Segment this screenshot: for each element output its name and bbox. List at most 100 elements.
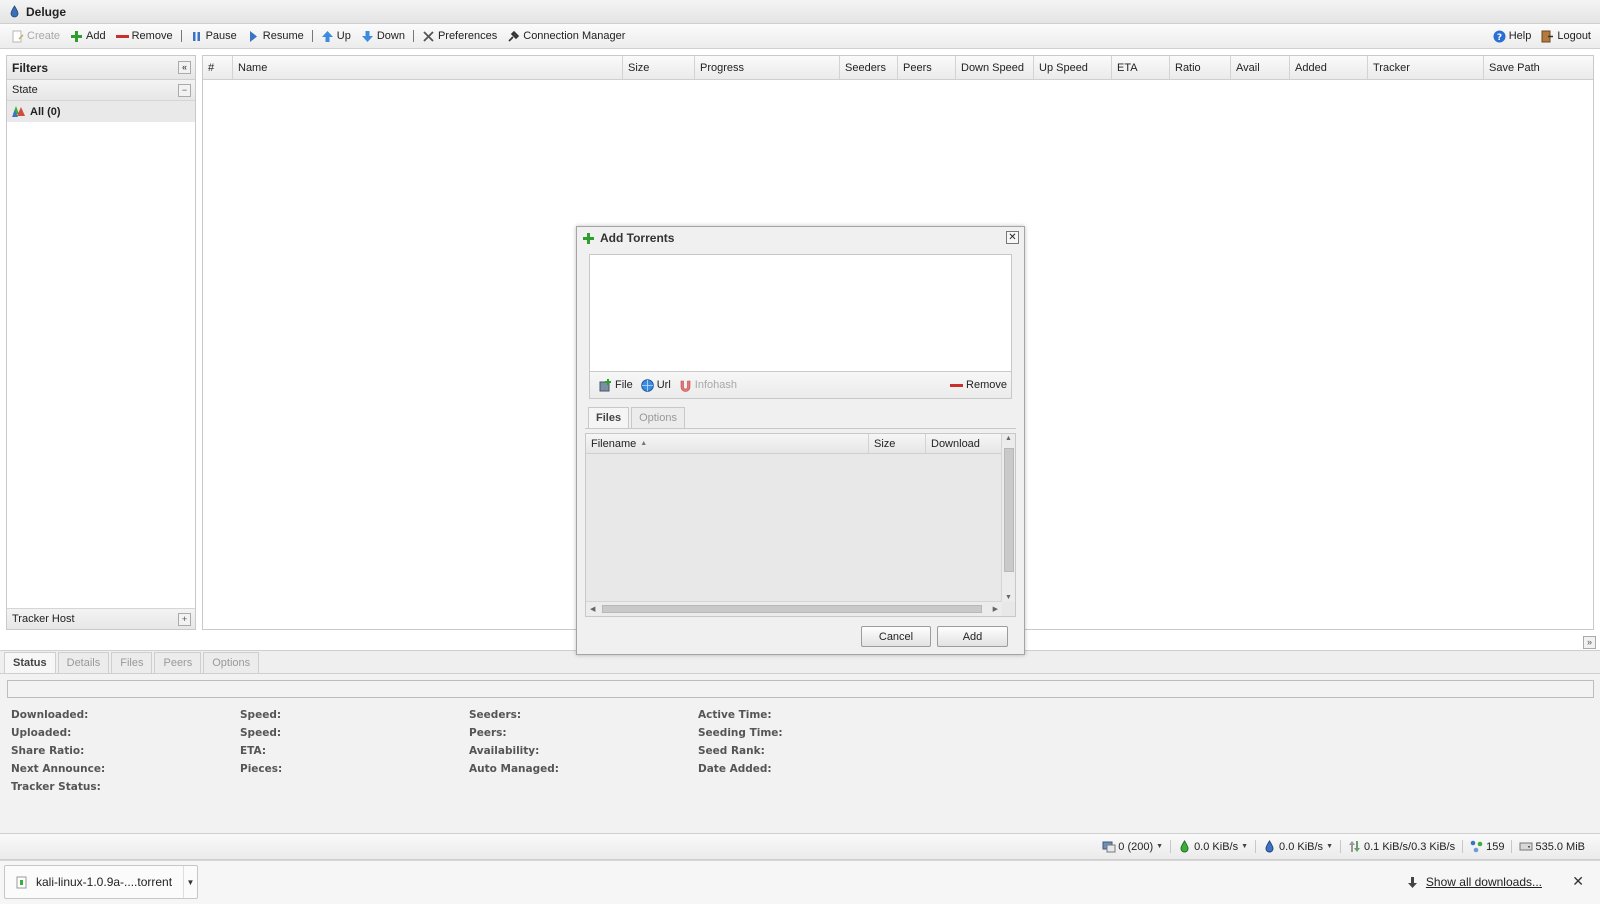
status-bar: 0 (200) ▼ 0.0 KiB/s ▼ 0.0 KiB/s ▼ 0.1 Ki…: [0, 834, 1600, 860]
column-header-download[interactable]: Download: [926, 434, 1002, 453]
close-shelf-icon[interactable]: ✕: [1572, 873, 1584, 890]
files-grid-header: Filename ▲ Size Download: [586, 434, 1002, 454]
logout-button[interactable]: Logout: [1536, 28, 1596, 45]
add-url-button[interactable]: Url: [637, 377, 675, 394]
expand-tracker-host-button[interactable]: +: [178, 613, 191, 626]
dialog-title: Add Torrents: [600, 231, 675, 245]
arrow-up-icon: [321, 30, 334, 43]
files-horizontal-scrollbar[interactable]: ◀ ▶: [586, 601, 1002, 616]
queue-up-button[interactable]: Up: [316, 28, 356, 45]
arrow-down-icon: [361, 30, 374, 43]
preferences-button[interactable]: Preferences: [417, 28, 502, 45]
add-infohash-button[interactable]: Infohash: [675, 377, 741, 394]
help-button[interactable]: ? Help: [1488, 28, 1537, 45]
column-header-seeders[interactable]: Seeders: [840, 56, 898, 79]
close-dialog-button[interactable]: ✕: [1006, 231, 1019, 244]
torrent-list-toolbar: File Url Infohash Remove: [589, 372, 1012, 399]
column-header-avail[interactable]: Avail: [1231, 56, 1290, 79]
plug-icon: [507, 30, 520, 43]
tab-details[interactable]: Details: [57, 652, 110, 673]
tab-options[interactable]: Options: [631, 407, 685, 428]
download-item[interactable]: kali-linux-1.0.9a-....torrent ▼: [4, 865, 198, 899]
tab-peers[interactable]: Peers: [154, 652, 202, 673]
add-torrent-button[interactable]: Add: [937, 626, 1008, 647]
horizontal-scroll-thumb[interactable]: [602, 605, 982, 613]
protocol-traffic-indicator: 0.1 KiB/s/0.3 KiB/s: [1340, 840, 1462, 853]
seeders-label: Seeders:: [469, 709, 522, 721]
column-header-ratio[interactable]: Ratio: [1170, 56, 1231, 79]
column-header-filename[interactable]: Filename ▲: [586, 434, 869, 453]
next-announce-label: Next Announce:: [11, 763, 106, 775]
uploaded-label: Uploaded:: [11, 727, 72, 739]
tab-files[interactable]: Files: [588, 407, 630, 428]
minus-icon: [950, 379, 964, 392]
column-header-eta[interactable]: ETA: [1112, 56, 1170, 79]
create-button[interactable]: Create: [6, 28, 65, 45]
remove-torrent-button[interactable]: Remove: [946, 377, 1011, 394]
upload-speed-indicator[interactable]: 0.0 KiB/s ▼: [1255, 840, 1340, 853]
column-header-index[interactable]: #: [203, 56, 233, 79]
column-header-up-speed[interactable]: Up Speed: [1034, 56, 1112, 79]
scroll-left-icon[interactable]: ◀: [590, 605, 595, 613]
collapse-sidebar-button[interactable]: «: [178, 61, 191, 74]
pause-button[interactable]: Pause: [185, 28, 242, 45]
column-header-tracker[interactable]: Tracker: [1368, 56, 1484, 79]
tab-status[interactable]: Status: [4, 652, 56, 673]
tracker-host-label: Tracker Host: [12, 613, 75, 625]
dht-nodes-indicator: 159: [1462, 840, 1511, 853]
status-column-3: Seeders: Peers: Availability: Auto Manag…: [469, 706, 559, 778]
collapse-details-button[interactable]: »: [1583, 636, 1596, 649]
filter-item-all[interactable]: All (0): [7, 101, 195, 122]
download-speed-indicator[interactable]: 0.0 KiB/s ▼: [1170, 840, 1255, 853]
torrent-file-icon: [15, 876, 28, 889]
create-icon: [11, 30, 24, 43]
scroll-down-icon[interactable]: ▼: [1005, 594, 1012, 601]
tools-icon: [422, 30, 435, 43]
scroll-up-icon[interactable]: ▲: [1005, 435, 1012, 442]
column-header-name[interactable]: Name: [233, 56, 623, 79]
main-toolbar: Create Add Remove Pause Resume Up Down P…: [0, 24, 1600, 49]
add-button[interactable]: Add: [65, 28, 111, 45]
column-header-save-path[interactable]: Save Path: [1484, 56, 1593, 79]
filter-item-label: All (0): [30, 105, 61, 118]
seeding-time-label: Seeding Time:: [698, 727, 783, 739]
show-all-downloads-link[interactable]: Show all downloads...: [1407, 875, 1542, 889]
files-vertical-scrollbar[interactable]: ▲ ▼: [1001, 434, 1015, 602]
sort-ascending-icon: ▲: [640, 440, 648, 447]
download-item-menu-button[interactable]: ▼: [183, 866, 197, 898]
auto-managed-label: Auto Managed:: [469, 763, 559, 775]
state-group-label: State: [12, 84, 38, 96]
file-add-icon: [599, 378, 612, 392]
tab-files[interactable]: Files: [111, 652, 153, 673]
window-title-bar: Deluge: [0, 0, 1600, 24]
vertical-scroll-thumb[interactable]: [1004, 448, 1014, 572]
downloaded-label: Downloaded:: [11, 709, 89, 721]
remove-button[interactable]: Remove: [111, 28, 178, 45]
resume-button[interactable]: Resume: [242, 28, 309, 45]
tab-options[interactable]: Options: [203, 652, 260, 673]
plus-icon: [70, 30, 83, 43]
connections-indicator[interactable]: 0 (200) ▼: [1095, 840, 1170, 853]
queue-down-button[interactable]: Down: [356, 28, 410, 45]
torrent-list-area[interactable]: [589, 254, 1012, 372]
column-header-peers[interactable]: Peers: [898, 56, 956, 79]
peers-label: Peers:: [469, 727, 507, 739]
download-speed-label: Speed:: [240, 709, 282, 721]
tracker-host-filter-group[interactable]: Tracker Host +: [7, 608, 195, 629]
toolbar-separator: [180, 30, 182, 42]
cancel-button[interactable]: Cancel: [861, 626, 931, 647]
column-header-size[interactable]: Size: [623, 56, 695, 79]
availability-label: Availability:: [469, 745, 540, 757]
state-filter-group[interactable]: State −: [7, 80, 195, 101]
tracker-status-label: Tracker Status:: [11, 781, 101, 793]
column-header-progress[interactable]: Progress: [695, 56, 840, 79]
column-header-size[interactable]: Size: [869, 434, 926, 453]
torrent-grid-header: # Name Size Progress Seeders Peers Down …: [203, 56, 1593, 80]
column-header-added[interactable]: Added: [1290, 56, 1368, 79]
collapse-state-button[interactable]: −: [178, 84, 191, 97]
connection-manager-button[interactable]: Connection Manager: [502, 28, 630, 45]
column-header-down-speed[interactable]: Down Speed: [956, 56, 1034, 79]
date-added-label: Date Added:: [698, 763, 772, 775]
add-file-button[interactable]: File: [595, 377, 637, 394]
scroll-right-icon[interactable]: ▶: [993, 605, 998, 613]
